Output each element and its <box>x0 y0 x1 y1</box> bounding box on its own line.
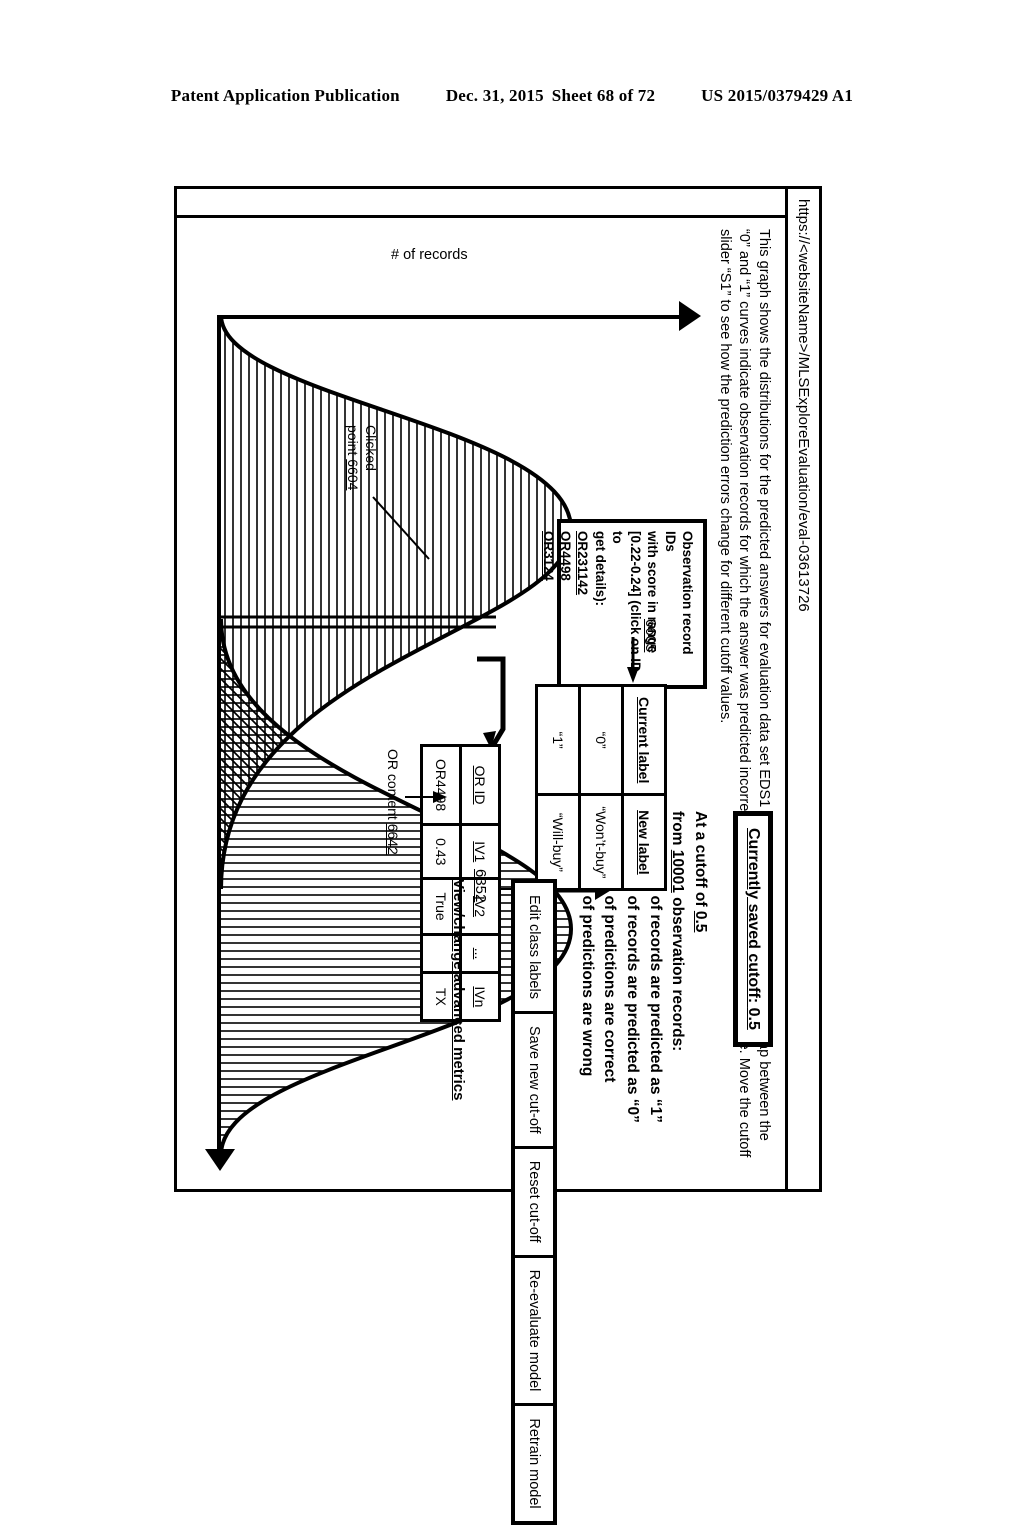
cutoff-line2-suffix: observation records: <box>669 892 687 1052</box>
url-text[interactable]: https://<websiteName>/MLSExploreEvaluati… <box>795 199 812 612</box>
column-header-new-label: New label <box>622 794 666 890</box>
clicked-point-ref: 6604 <box>345 459 362 491</box>
action-buttons-group[interactable]: Edit class labels Save new cut-off Reset… <box>511 879 557 1525</box>
table-header-row: Current label New label <box>622 685 666 890</box>
view-advanced-metrics-link[interactable]: View/change advanced metrics <box>450 879 467 1101</box>
cutoff-line1-value: 0.5 <box>692 910 709 933</box>
browser-url-bar[interactable]: https://<websiteName>/MLSExploreEvaluati… <box>785 189 819 1189</box>
callout-line1: Observation record IDs <box>662 531 695 655</box>
y-axis-arrow-icon <box>679 301 701 331</box>
ref-6605: 6605 <box>642 619 659 653</box>
or-content-label: OR content <box>385 749 401 824</box>
figure-canvas: https://<websiteName>/MLSExploreEvaluati… <box>174 186 822 1525</box>
re-evaluate-model-button[interactable]: Re-evaluate model <box>515 1257 553 1407</box>
save-new-cutoff-button[interactable]: Save new cut-off <box>515 1013 553 1149</box>
edit-class-labels-button[interactable]: Edit class labels <box>515 883 553 1014</box>
publication-number: US 2015/0379429 A1 <box>701 86 854 105</box>
column-header-or-id: OR ID <box>460 745 500 825</box>
record-id-link-2[interactable]: OR3124 <box>539 531 556 677</box>
saved-cutoff-value: 0.5 <box>745 1007 762 1030</box>
current-label-0: “0” <box>579 685 623 795</box>
record-id-link-0[interactable]: OR231142 <box>574 531 591 677</box>
observation-records-callout[interactable]: Observation record IDs with score in ran… <box>541 519 707 689</box>
cell-iv1: 0.43 <box>421 824 461 879</box>
record-id-link-1[interactable]: OR4498 <box>557 531 574 677</box>
saved-cutoff-title: Currently saved cutoff: 0.5 <box>733 811 773 1047</box>
clicked-point-annotation: Clicked point 6604 <box>344 425 380 491</box>
retrain-model-button[interactable]: Retrain model <box>515 1406 553 1521</box>
sheet-number: Sheet 68 of 72 <box>551 86 656 105</box>
cell-or-id: OR4498 <box>421 745 461 825</box>
or-content-annotation: OR content 6642 <box>384 749 401 855</box>
table-row: “0” “Won’t-buy” <box>579 685 623 890</box>
cutoff-line2-value: 10001 <box>669 849 687 893</box>
or-content-ref: 6642 <box>385 823 401 855</box>
clicked-point-line2: point <box>345 425 362 460</box>
callout-line2: with score in range <box>645 531 661 654</box>
class-label-table[interactable]: Current label New label “0” “Won’t-buy” … <box>535 684 667 892</box>
new-label-1[interactable]: “Will-buy” <box>536 794 580 890</box>
saved-cutoff-label: Currently saved cutoff: <box>745 828 762 1008</box>
column-header-current-label: Current label <box>622 685 666 795</box>
cutoff-line2-prefix: from <box>669 811 687 850</box>
y-axis <box>219 315 685 319</box>
cutoff-line1-prefix: At a cutoff of <box>692 811 709 911</box>
new-label-0[interactable]: “Won’t-buy” <box>579 794 623 890</box>
publication-label: Patent Application Publication <box>170 86 400 105</box>
x-axis <box>217 315 221 1155</box>
y-axis-label: # of records <box>391 247 468 263</box>
callout-line4: get details): <box>592 531 608 607</box>
browser-left-rail <box>174 215 785 218</box>
publication-date: Dec. 31, 2015 <box>445 86 544 105</box>
callout-line3: [0.22-0.24] (click on ID to <box>610 531 643 672</box>
ref-6352: 6352 <box>472 869 489 903</box>
clicked-point-line1: Clicked <box>363 425 379 471</box>
browser-window: https://<websiteName>/MLSExploreEvaluati… <box>174 186 822 1525</box>
x-axis-arrow-icon <box>205 1149 235 1171</box>
current-label-1: “1” <box>536 685 580 795</box>
patent-page-header: Patent Application Publication Dec. 31, 2… <box>0 86 1024 106</box>
table-row: “1” “Will-buy” <box>536 685 580 890</box>
reset-cutoff-button[interactable]: Reset cut-off <box>515 1148 553 1258</box>
